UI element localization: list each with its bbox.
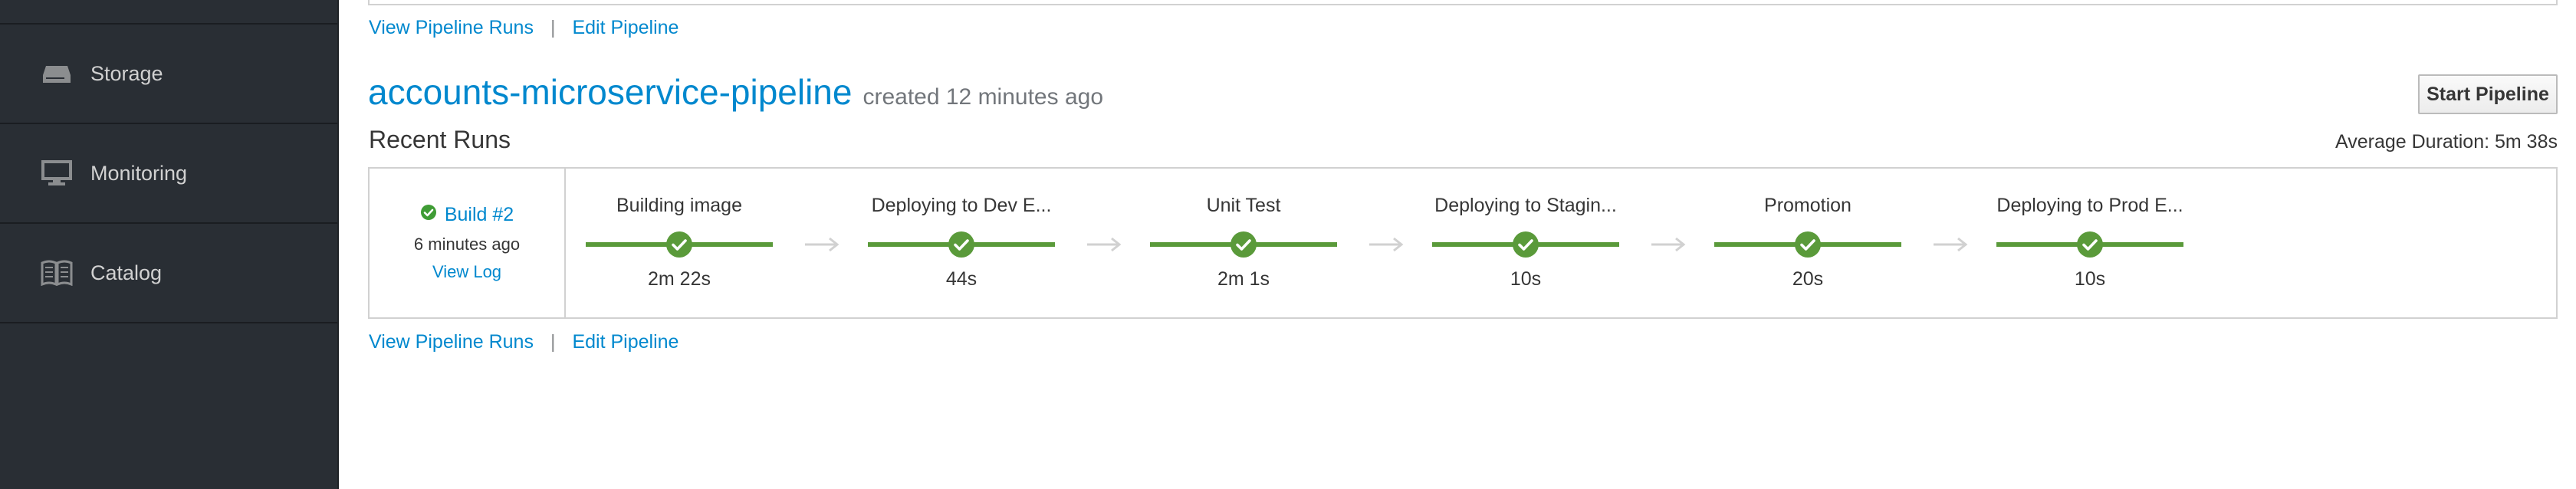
stage-duration: 2m 1s	[1217, 268, 1270, 290]
book-icon	[40, 259, 74, 287]
average-duration: Average Duration: 5m 38s	[2335, 131, 2558, 153]
stage-duration: 10s	[2074, 268, 2106, 290]
link-separator: |	[550, 17, 556, 38]
arrow-right-icon	[1650, 233, 1687, 256]
sidebar-item-catalog[interactable]: Catalog	[0, 224, 337, 322]
view-pipeline-runs-link[interactable]: View Pipeline Runs	[369, 17, 534, 39]
stage-success-icon	[2076, 231, 2104, 258]
sidebar-item-label: Monitoring	[90, 161, 188, 185]
stage-name: Building image	[616, 195, 742, 216]
stage-success-icon	[948, 231, 975, 258]
arrow-right-icon	[1368, 233, 1405, 256]
pipeline-name-link[interactable]: accounts-microservice-pipeline	[368, 71, 852, 113]
stage-success-icon	[665, 231, 693, 258]
nav-divider	[0, 322, 337, 323]
stage-duration: 44s	[945, 268, 978, 290]
build-summary: Build #2 6 minutes ago View Log	[370, 169, 566, 317]
monitor-icon	[40, 159, 74, 187]
arrow-right-icon	[1932, 233, 1969, 256]
sidebar-item-storage[interactable]: Storage	[0, 25, 337, 123]
previous-pipeline-links: View Pipeline Runs | Edit Pipeline	[369, 17, 678, 39]
stage-name: Unit Test	[1206, 195, 1281, 216]
pipeline-stage[interactable]: Building image 2m 22s	[586, 169, 773, 317]
stage-name: Deploying to Prod E...	[1996, 195, 2183, 216]
stage-duration: 20s	[1792, 268, 1824, 290]
storage-icon	[40, 60, 74, 87]
build-status: Build #2	[370, 204, 564, 226]
arrow-right-icon	[1086, 233, 1122, 256]
pipeline-stage[interactable]: Deploying to Stagin... 10s	[1432, 169, 1619, 317]
stage-name: Deploying to Dev E...	[871, 195, 1052, 216]
build-number-link[interactable]: Build #2	[445, 204, 514, 226]
sidebar-item-label: Catalog	[90, 261, 163, 284]
pipeline-run-row: Build #2 6 minutes ago View Log Building…	[368, 167, 2558, 319]
pipeline-header: accounts-microservice-pipeline created 1…	[368, 71, 1103, 113]
pipeline-stage[interactable]: Deploying to Dev E... 44s	[868, 169, 1055, 317]
previous-pipeline-card	[368, 0, 2558, 5]
sidebar-item-label: Storage	[90, 61, 163, 85]
view-log-link[interactable]: View Log	[370, 262, 564, 282]
stage-duration: 10s	[1510, 268, 1542, 290]
stage-success-icon	[1512, 231, 1539, 258]
recent-runs-heading: Recent Runs	[369, 126, 511, 153]
stage-name: Promotion	[1764, 195, 1852, 216]
pipeline-links: View Pipeline Runs | Edit Pipeline	[369, 331, 678, 353]
stage-duration: 2m 22s	[648, 268, 711, 290]
success-check-icon	[420, 204, 437, 226]
stage-name: Deploying to Stagin...	[1434, 195, 1617, 216]
edit-pipeline-link[interactable]: Edit Pipeline	[572, 17, 678, 39]
edit-pipeline-link[interactable]: Edit Pipeline	[572, 331, 678, 353]
arrow-right-icon	[803, 233, 840, 256]
pipeline-stage[interactable]: Promotion 20s	[1714, 169, 1901, 317]
sidebar-nav: Storage Monitoring Catalog	[0, 0, 339, 489]
pipeline-stage[interactable]: Deploying to Prod E... 10s	[1996, 169, 2183, 317]
start-pipeline-button[interactable]: Start Pipeline	[2418, 74, 2558, 114]
pipeline-created-time: created 12 minutes ago	[863, 84, 1104, 110]
pipeline-stage[interactable]: Unit Test 2m 1s	[1150, 169, 1337, 317]
stage-success-icon	[1794, 231, 1822, 258]
build-time: 6 minutes ago	[413, 235, 521, 254]
sidebar-item-monitoring[interactable]: Monitoring	[0, 124, 337, 222]
link-separator: |	[550, 331, 556, 353]
view-pipeline-runs-link[interactable]: View Pipeline Runs	[369, 331, 534, 353]
stage-success-icon	[1230, 231, 1257, 258]
